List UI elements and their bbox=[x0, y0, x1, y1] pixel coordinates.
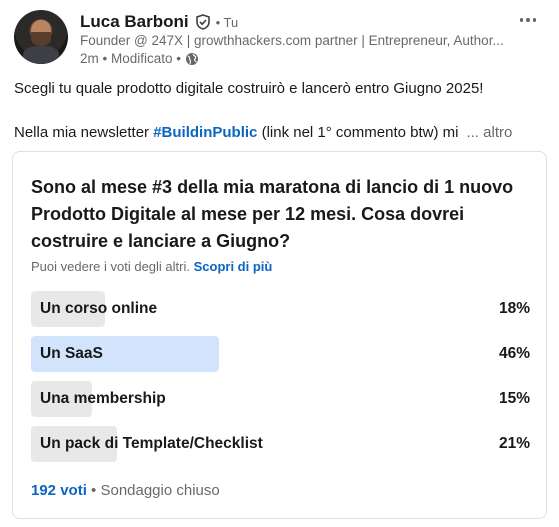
poll-question: Sono al mese #3 della mia maratona di la… bbox=[31, 177, 514, 251]
post-header: Luca Barboni • Tu Founder @ 247X | growt… bbox=[14, 10, 545, 68]
poll-status: • Sondaggio chiuso bbox=[91, 482, 220, 499]
poll-option-label: Un SaaS bbox=[40, 345, 103, 362]
poll-option[interactable]: Un corso online 18% bbox=[31, 291, 530, 327]
post-text-suffix: (link nel 1° commento btw) mi bbox=[257, 124, 459, 141]
author-headline: Founder @ 247X | growthhackers.com partn… bbox=[80, 33, 504, 48]
poll-option[interactable]: Un SaaS 46% bbox=[31, 336, 530, 372]
author-name[interactable]: Luca Barboni bbox=[80, 12, 189, 32]
post-text-prefix: Nella mia newsletter bbox=[14, 124, 154, 141]
post-text-line2: Nella mia newsletter #BuildinPublic (lin… bbox=[14, 122, 544, 143]
post-text-line1: Scegli tu quale prodotto digitale costru… bbox=[14, 80, 484, 97]
vote-count-link[interactable]: 192 voti bbox=[31, 482, 87, 499]
more-dots-icon[interactable] bbox=[515, 10, 541, 30]
poll-option-label: Un pack di Template/Checklist bbox=[40, 435, 263, 452]
poll-option[interactable]: Una membership 15% bbox=[31, 381, 530, 417]
poll-option-percent: 18% bbox=[498, 300, 530, 317]
visibility-text: Puoi vedere i voti degli altri. bbox=[31, 259, 190, 274]
globe-icon bbox=[185, 52, 199, 66]
poll-option-label: Una membership bbox=[40, 390, 166, 407]
poll-option-percent: 21% bbox=[498, 435, 530, 452]
poll-card: Sono al mese #3 della mia maratona di la… bbox=[12, 151, 547, 519]
avatar[interactable] bbox=[14, 10, 68, 64]
poll-option-percent: 15% bbox=[498, 390, 530, 407]
poll-option[interactable]: Un pack di Template/Checklist 21% bbox=[31, 426, 530, 462]
post-time: 2m • Modificato • bbox=[80, 51, 181, 66]
poll-option-label: Un corso online bbox=[40, 300, 158, 317]
post-meta: 2m • Modificato • bbox=[80, 51, 199, 66]
author-name-row: Luca Barboni • Tu bbox=[80, 11, 238, 33]
connection-degree: • Tu bbox=[215, 14, 239, 30]
poll-visibility-note: Puoi vedere i voti degli altri. Scopri d… bbox=[31, 259, 272, 274]
learn-more-link[interactable]: Scopri di più bbox=[194, 259, 273, 274]
see-more-button[interactable]: ... altro bbox=[466, 124, 512, 141]
verified-shield-icon bbox=[195, 14, 211, 30]
poll-footer: 192 voti • Sondaggio chiuso bbox=[31, 482, 220, 499]
poll-option-percent: 46% bbox=[498, 345, 530, 362]
hashtag-link[interactable]: #BuildinPublic bbox=[153, 124, 257, 141]
